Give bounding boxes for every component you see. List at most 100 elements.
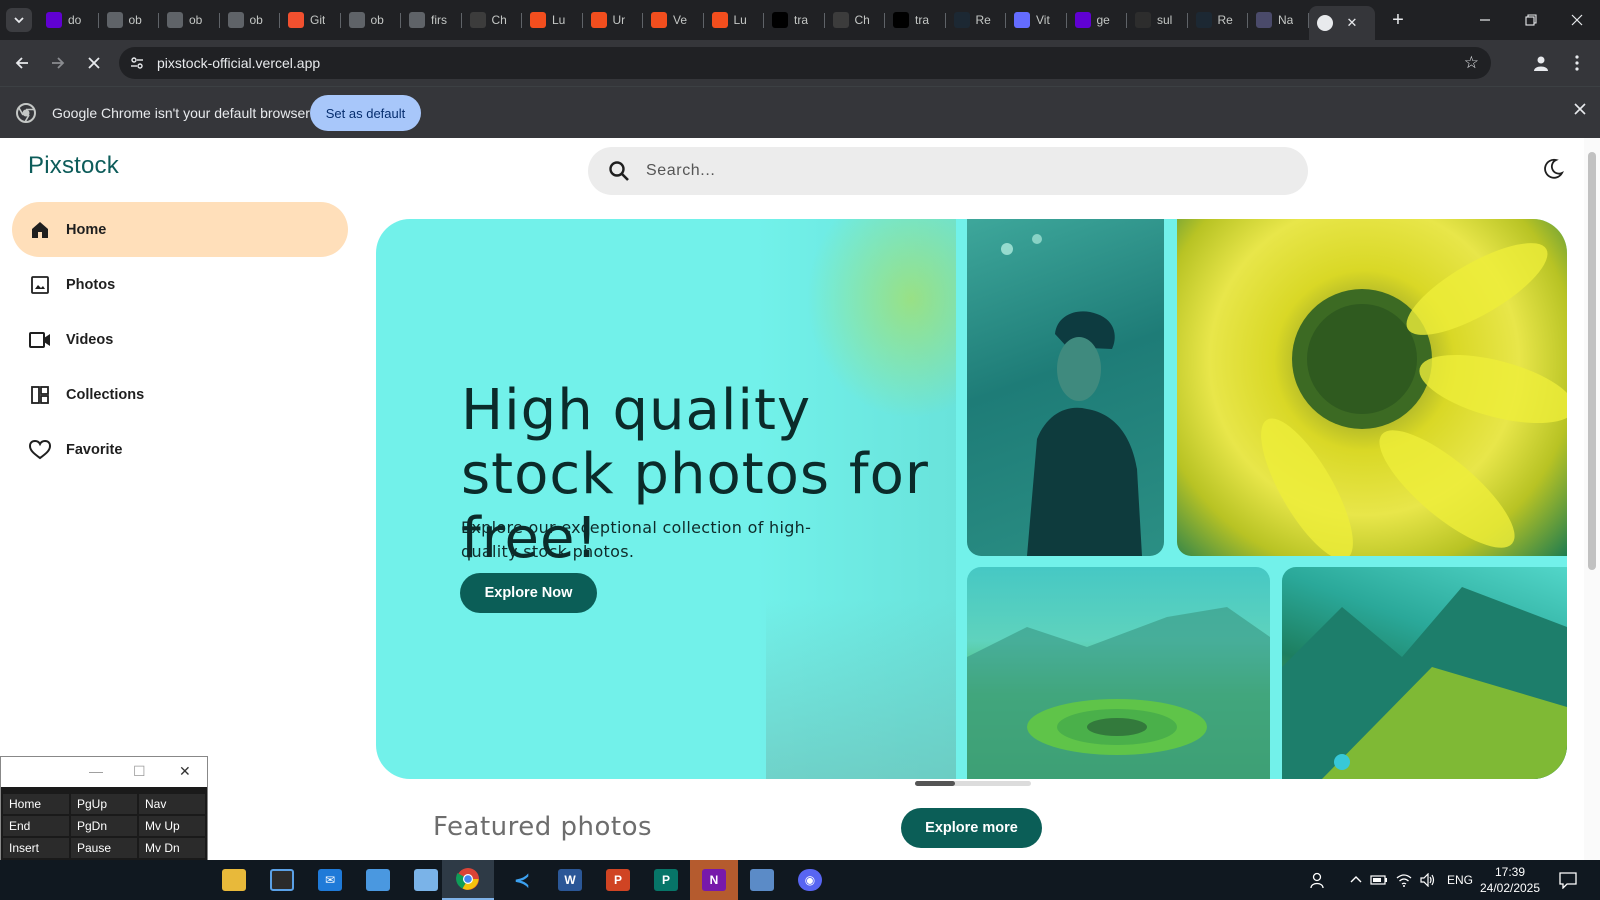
browser-tab[interactable]: Re [1188,6,1249,34]
osk-key[interactable]: Mv Dn [139,838,205,858]
taskbar-mail[interactable]: ✉ [306,860,354,900]
taskbar-powerpoint[interactable]: P [594,860,642,900]
taskbar-discord[interactable]: ◉ [786,860,834,900]
language-indicator[interactable]: ENG [1447,860,1473,900]
back-button[interactable] [8,49,36,77]
browser-tab[interactable]: ge [1067,6,1128,34]
browser-tab[interactable]: ob [220,6,281,34]
osk-key[interactable]: Insert [3,838,69,858]
taskbar-chrome[interactable] [442,860,494,900]
scrollbar-thumb[interactable] [1588,152,1596,570]
taskbar-publisher[interactable]: P [642,860,690,900]
sidebar-item-videos[interactable]: Videos [12,312,348,367]
browser-tab[interactable]: tra [885,6,946,34]
browser-menu-button[interactable] [1563,49,1591,77]
sidebar-item-photos[interactable]: Photos [12,257,348,312]
volume-icon[interactable] [1420,860,1436,900]
taskbar-onenote[interactable]: N [690,860,738,900]
taskbar-store[interactable] [258,860,306,900]
taskbar-app-window[interactable] [354,860,402,900]
browser-tab[interactable]: Ch [462,6,523,34]
monitor-icon [750,869,774,891]
sidebar-item-collections[interactable]: Collections [12,367,348,422]
sidebar-item-label: Home [66,221,107,238]
site-logo[interactable]: Pixstock [28,152,119,180]
site-info-icon[interactable] [127,53,147,73]
address-bar[interactable]: pixstock-official.vercel.app ☆ [119,47,1491,79]
osk-key[interactable]: End [3,816,69,836]
sidebar-item-home[interactable]: Home [12,202,348,257]
browser-tab[interactable]: ob [341,6,402,34]
osk-key[interactable]: Pause [71,838,137,858]
tab-title: Ch [854,13,870,27]
tab-search-button[interactable] [6,8,32,32]
profile-button[interactable] [1527,49,1555,77]
restore-button[interactable] [1508,0,1554,40]
osk-key[interactable]: Nav [139,794,205,814]
browser-tab[interactable]: do [38,6,99,34]
browser-toolbar: pixstock-official.vercel.app ☆ [0,40,1600,86]
browser-tab-active[interactable]: ✕ [1308,6,1375,40]
browser-tab[interactable]: ob [159,6,220,34]
osk-maximize-icon[interactable]: ☐ [133,763,146,780]
browser-tab[interactable]: Git [280,6,341,34]
browser-tab[interactable]: Vit [1006,6,1067,34]
carousel-indicator[interactable] [915,781,1031,786]
carousel-indicator-active [915,781,955,786]
theme-toggle-button[interactable] [1542,158,1565,185]
explore-now-button[interactable]: Explore Now [460,573,597,613]
taskbar-file-explorer[interactable] [210,860,258,900]
notification-center-icon[interactable] [1558,860,1578,900]
osk-key[interactable]: PgUp [71,794,137,814]
browser-tab[interactable]: Ch [825,6,886,34]
set-as-default-button[interactable]: Set as default [310,95,421,131]
infobar-close-button[interactable] [1574,102,1586,120]
browser-tab[interactable]: Ve [643,6,704,34]
yahoo-favicon-icon [1074,12,1091,28]
browser-tab[interactable]: Ur [583,6,644,34]
osk-titlebar[interactable]: — ☐ ✕ [1,757,207,787]
openai-favicon-icon [832,12,849,28]
osk-minimize-icon[interactable]: — [89,763,103,779]
new-tab-button[interactable]: + [1384,8,1412,32]
osk-key[interactable]: Home [3,794,69,814]
tab-strip: do ob ob ob Git ob firs Ch Lu Ur Ve Lu tra Ch tra Re Vit… [0,0,1600,40]
page-scrollbar[interactable] [1584,138,1600,860]
osk-close-icon[interactable]: ✕ [179,763,191,780]
taskbar-vscode[interactable]: ≺ [498,860,546,900]
browser-tab[interactable]: Na [1248,6,1309,34]
stop-loading-button[interactable] [80,49,108,77]
browser-tab[interactable]: sul [1127,6,1188,34]
browser-tab[interactable]: tra [764,6,825,34]
browser-tab[interactable]: firs [401,6,462,34]
search-bar[interactable] [588,147,1308,195]
tray-chevron-up-icon[interactable] [1350,860,1362,900]
loading-favicon-icon [409,12,425,28]
taskbar-clock[interactable]: 17:39 24/02/2025 [1475,864,1545,896]
bookmark-star-icon[interactable]: ☆ [1464,53,1479,73]
clock-date: 24/02/2025 [1479,881,1541,895]
browser-tab[interactable]: Lu [704,6,765,34]
browser-tab[interactable]: Re [946,6,1007,34]
minimize-button[interactable] [1462,0,1508,40]
forward-button[interactable] [44,49,72,77]
search-input[interactable] [646,159,1246,183]
explore-more-button[interactable]: Explore more [901,808,1042,848]
battery-icon[interactable] [1370,860,1388,900]
taskbar-remote-desktop[interactable] [738,860,786,900]
osk-key[interactable]: PgDn [71,816,137,836]
tab-title: Vit [1036,13,1050,27]
close-window-button[interactable] [1554,0,1600,40]
sidebar-item-favorite[interactable]: Favorite [12,422,348,477]
hero-photo-man [967,219,1164,556]
osk-key[interactable]: Mv Up [139,816,205,836]
browser-tab[interactable]: ob [99,6,160,34]
tab-close-icon[interactable]: ✕ [1347,15,1358,31]
browser-tab[interactable]: Lu [522,6,583,34]
tab-title: Lu [552,13,566,27]
collections-icon [28,383,52,407]
wifi-icon[interactable] [1396,860,1412,900]
moon-icon [1544,158,1565,179]
taskbar-word[interactable]: W [546,860,594,900]
people-icon[interactable] [1310,860,1328,900]
